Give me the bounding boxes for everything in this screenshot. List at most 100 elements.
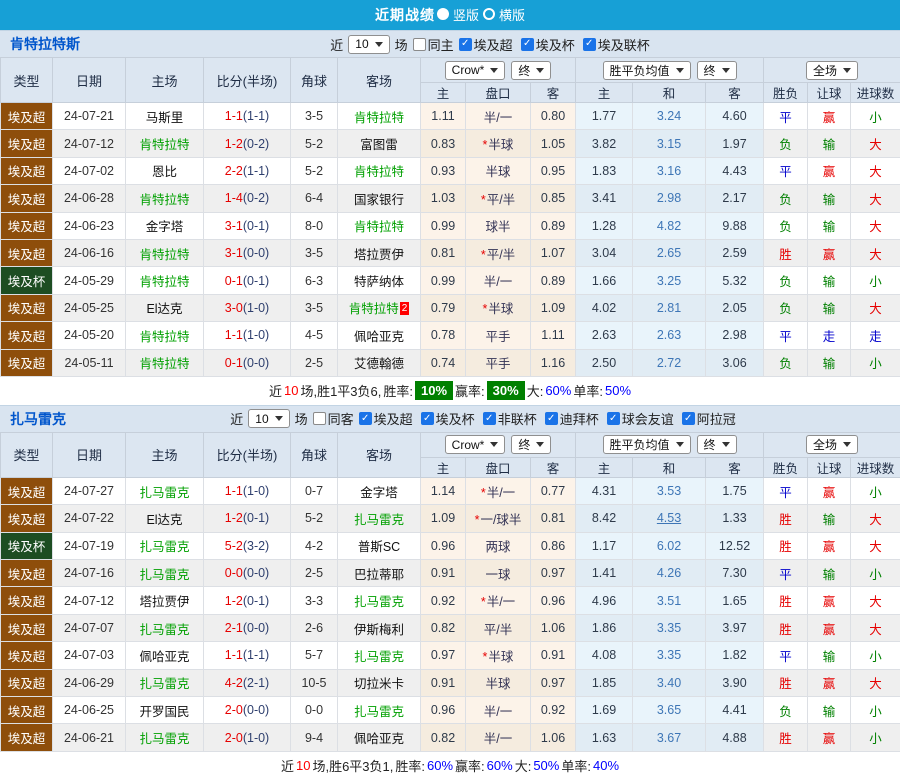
away-team[interactable]: 塔拉贾伊	[337, 238, 421, 268]
away-team[interactable]: 伊斯梅利	[337, 613, 421, 643]
away-team[interactable]: 扎马雷克	[337, 504, 421, 533]
fulltime-score: 2-0	[224, 730, 243, 745]
home-team[interactable]: 扎马雷克	[125, 531, 204, 561]
home-team[interactable]: El达克	[125, 504, 204, 533]
same-venue-checkbox[interactable]: 同客	[312, 409, 354, 428]
avg-draw: 3.51	[632, 586, 707, 615]
away-team[interactable]: 肯特拉特	[337, 101, 421, 131]
checkbox-icon[interactable]: ✓	[358, 412, 372, 426]
league-checkbox[interactable]: ✓ 迪拜杯	[544, 409, 599, 428]
home-team[interactable]: 扎马雷克	[125, 613, 204, 643]
radio-icon[interactable]	[483, 8, 495, 21]
away-team[interactable]: 肯特拉特	[337, 211, 421, 240]
league-checkbox[interactable]: ✓ 埃及杯	[520, 35, 575, 54]
home-team[interactable]: 马斯里	[125, 101, 204, 131]
away-team-name: 扎马雷克	[353, 704, 404, 719]
odds-source-select[interactable]: Crow*	[444, 435, 506, 455]
home-team[interactable]: 肯特拉特	[125, 184, 204, 213]
home-team[interactable]: 肯特拉特	[125, 321, 204, 350]
checkbox-icon[interactable]: ✓	[420, 412, 434, 426]
away-team[interactable]: 国家银行	[337, 184, 421, 213]
checkbox-icon[interactable]	[412, 37, 426, 51]
home-team[interactable]: 扎马雷克	[125, 476, 204, 506]
league-checkbox[interactable]: ✓ 埃及联杯	[582, 35, 650, 54]
halftime-score: (1-0)	[242, 484, 270, 499]
home-team[interactable]: 肯特拉特	[125, 348, 204, 377]
avg-stage-select[interactable]: 终	[696, 60, 737, 80]
home-team[interactable]: 恩比	[125, 156, 204, 186]
home-team[interactable]: 肯特拉特	[125, 129, 204, 158]
radio-icon[interactable]	[436, 8, 449, 21]
home-team[interactable]: 佩哈亚克	[125, 641, 204, 670]
scope-select[interactable]: 全场	[806, 435, 859, 455]
league-checkbox[interactable]: ✓ 非联杯	[482, 409, 537, 428]
avg-odds-select[interactable]: 胜平负均值	[602, 60, 691, 80]
away-team-name: 金字塔	[360, 485, 398, 500]
odds-source-select[interactable]: Crow*	[444, 60, 506, 80]
avg-draw: 4.53	[632, 504, 707, 533]
away-team[interactable]: 扎马雷克	[337, 586, 421, 615]
home-team[interactable]: 肯特拉特	[125, 238, 204, 268]
checkbox-icon[interactable]: ✓	[681, 412, 695, 426]
scope-select[interactable]: 全场	[806, 60, 859, 80]
league-checkbox[interactable]: ✓ 阿拉冠	[681, 409, 736, 428]
home-team[interactable]: 开罗国民	[125, 696, 204, 725]
away-team[interactable]: 切拉米卡	[337, 668, 421, 698]
league-checkbox[interactable]: ✓ 球会友谊	[606, 409, 674, 428]
odds-away: 0.80	[529, 101, 577, 131]
stat-label: 胜率:	[395, 759, 426, 775]
layout-radio-option[interactable]: 横版	[483, 5, 525, 24]
home-team[interactable]: El达克	[125, 293, 204, 323]
away-team[interactable]: 特萨纳体	[337, 266, 421, 295]
checkbox-icon[interactable]	[312, 412, 326, 426]
home-team[interactable]: 肯特拉特	[125, 266, 204, 295]
away-team[interactable]: 普斯SC	[337, 531, 421, 561]
team-name: 肯特拉特斯	[10, 36, 80, 52]
away-team[interactable]: 肯特拉特	[337, 156, 421, 186]
match-date: 24-07-12	[52, 586, 126, 615]
avg-odds-select[interactable]: 胜平负均值	[602, 435, 691, 455]
match-count-select[interactable]: 10	[348, 34, 390, 54]
checkbox-icon[interactable]: ✓	[482, 412, 496, 426]
home-team[interactable]: 金字塔	[125, 211, 204, 240]
same-venue-checkbox[interactable]: 同主	[412, 35, 454, 54]
avg-away: 2.59	[705, 238, 765, 268]
away-team[interactable]: 肯特拉特 2	[337, 293, 421, 323]
home-team[interactable]: 塔拉贾伊	[125, 586, 204, 615]
layout-radio-selected[interactable]: 竖版	[436, 5, 479, 24]
home-team[interactable]: 扎马雷克	[125, 723, 204, 752]
checkbox-icon[interactable]: ✓	[458, 37, 472, 51]
odds-home: 0.78	[420, 321, 466, 350]
handicap-value: 平手	[485, 329, 511, 344]
away-team[interactable]: 富图雷	[337, 129, 421, 158]
league-checkbox[interactable]: ✓ 埃及超	[358, 409, 413, 428]
handicap-value: 平/半	[483, 622, 513, 637]
checkbox-icon[interactable]: ✓	[520, 37, 534, 51]
scope-group-header: 全场	[763, 57, 900, 83]
away-team[interactable]: 金字塔	[337, 476, 421, 506]
away-team[interactable]: 佩哈亚克	[337, 723, 421, 752]
league-checkbox[interactable]: ✓ 埃及超	[458, 35, 513, 54]
away-team[interactable]: 佩哈亚克	[337, 321, 421, 350]
handicap: *半/一	[465, 586, 531, 615]
handicap: 半/一	[465, 723, 531, 752]
odds-stage-select[interactable]: 终	[511, 60, 552, 80]
league-label: 阿拉冠	[696, 412, 736, 428]
avg-draw: 3.40	[632, 668, 707, 698]
home-team[interactable]: 扎马雷克	[125, 668, 204, 698]
odds-stage-select[interactable]: 终	[511, 435, 552, 455]
match-count-select[interactable]: 10	[248, 409, 290, 429]
away-team[interactable]: 扎马雷克	[337, 696, 421, 725]
away-team-name: 佩哈亚克	[353, 732, 404, 747]
avg-stage-select[interactable]: 终	[696, 435, 737, 455]
away-team[interactable]: 巴拉蒂耶	[337, 559, 421, 588]
checkbox-icon[interactable]: ✓	[544, 412, 558, 426]
home-team[interactable]: 扎马雷克	[125, 559, 204, 588]
checkbox-icon[interactable]: ✓	[606, 412, 620, 426]
match-type: 埃及超	[0, 723, 53, 752]
checkbox-icon[interactable]: ✓	[582, 37, 596, 51]
away-team[interactable]: 艾德翰德	[337, 348, 421, 377]
away-team[interactable]: 扎马雷克	[337, 641, 421, 670]
league-checkbox[interactable]: ✓ 埃及杯	[420, 409, 475, 428]
summary-near: 近	[280, 759, 294, 775]
